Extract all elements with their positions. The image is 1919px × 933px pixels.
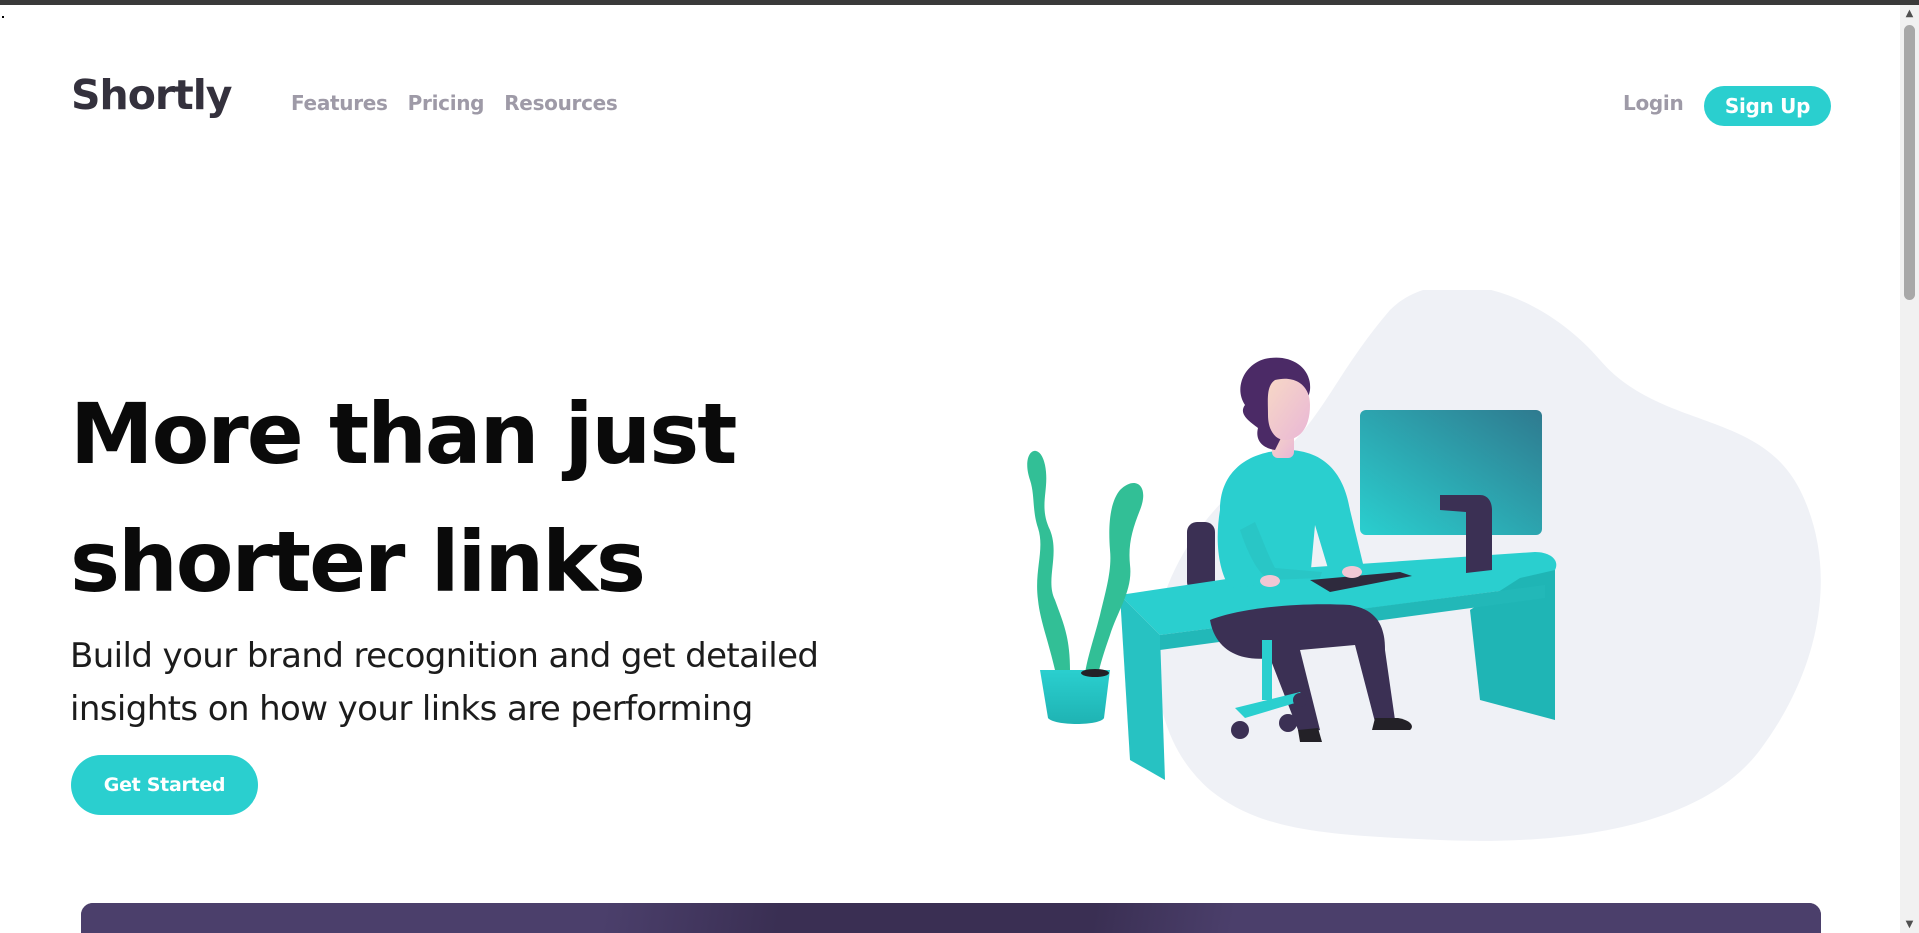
person-hand-left	[1260, 575, 1280, 587]
plant-pot	[1040, 670, 1110, 724]
plant-soil	[1081, 669, 1109, 677]
hero-title: More than just shorter links	[70, 370, 830, 626]
nav-link-resources[interactable]: Resources	[504, 91, 618, 115]
get-started-button[interactable]: Get Started	[71, 755, 258, 815]
hero-title-line-1: More than just	[70, 385, 737, 483]
monitor-screen	[1360, 410, 1542, 535]
scroll-up-icon[interactable]: ▲	[1900, 5, 1919, 22]
page: Shortly Features Pricing Resources Login…	[0, 5, 1900, 933]
logo[interactable]: Shortly	[71, 71, 232, 119]
main-nav: Features Pricing Resources	[291, 91, 618, 115]
person-hand-right	[1342, 566, 1362, 578]
scrollbar-thumb[interactable]	[1904, 25, 1915, 300]
signup-button[interactable]: Sign Up	[1704, 86, 1831, 126]
hero-subtitle: Build your brand recognition and get det…	[70, 630, 930, 736]
scroll-down-icon[interactable]: ▼	[1900, 916, 1919, 933]
nav-link-features[interactable]: Features	[291, 91, 388, 115]
person-shoe-left	[1298, 728, 1322, 742]
chair-wheel-3	[1293, 693, 1307, 707]
plant-leaf-left	[1027, 450, 1070, 670]
chair-pole	[1262, 640, 1272, 700]
chair-wheel-1	[1231, 721, 1249, 739]
shorten-form-band	[81, 903, 1821, 933]
vertical-scrollbar[interactable]: ▲ ▼	[1900, 5, 1919, 933]
login-link[interactable]: Login	[1623, 91, 1684, 115]
hero-subtitle-line-1: Build your brand recognition and get det…	[70, 636, 819, 676]
chair-wheel-2	[1279, 714, 1297, 732]
band-pattern	[81, 903, 1821, 933]
hero-subtitle-line-2: insights on how your links are performin…	[70, 689, 753, 729]
hero-title-line-2: shorter links	[70, 513, 646, 611]
working-illustration	[1027, 290, 1821, 841]
nav-link-pricing[interactable]: Pricing	[408, 91, 485, 115]
